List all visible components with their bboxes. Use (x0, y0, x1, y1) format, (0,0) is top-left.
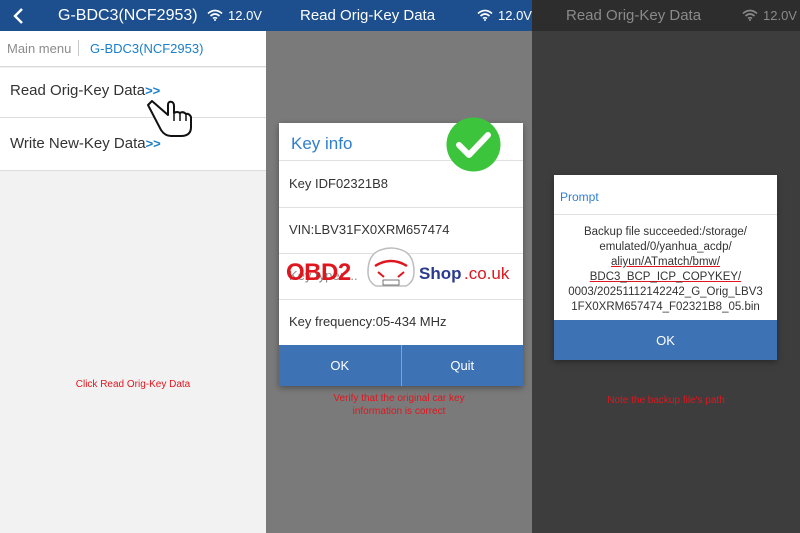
ok-button[interactable]: OK (554, 320, 777, 360)
voltage-readout: 12.0V (763, 8, 797, 23)
watermark-shop: Shop (419, 264, 462, 283)
back-arrow-icon[interactable] (10, 6, 28, 26)
message-line: Backup file succeeded:/storage/ (583, 226, 748, 238)
step-caption: Note the backup file's path (607, 395, 725, 406)
voltage-readout: 12.0V (498, 8, 532, 23)
chevron-right-icon: >> (145, 136, 161, 151)
dialog-title: Key info (291, 134, 353, 153)
checkmark-icon (446, 117, 501, 172)
watermark-tld: .co.uk (464, 264, 510, 283)
breadcrumb-divider (78, 40, 79, 56)
wifi-icon (477, 9, 493, 21)
dialog-button-row: OK (554, 320, 777, 360)
screen-main-menu: G-BDC3(NCF2953) 12.0V Main menu G-BDC3(N… (0, 0, 266, 533)
backup-path-message: Backup file succeeded:/storage/ emulated… (562, 225, 769, 315)
breadcrumb: Main menu G-BDC3(NCF2953) (0, 31, 266, 67)
step-caption-line: Verify that the original car key (333, 393, 465, 404)
screen-backup-prompt: Read Orig-Key Data 12.0V Prompt Backup f… (532, 0, 800, 533)
menu-item-read-orig-key-data[interactable]: Read Orig-Key Data>> (0, 68, 266, 118)
wifi-icon (207, 9, 223, 21)
menu-item-label: Write New-Key Data (10, 135, 146, 152)
breadcrumb-main-menu[interactable]: Main menu (7, 41, 71, 56)
function-menu: Read Orig-Key Data>> Write New-Key Data>… (0, 68, 266, 171)
watermark-brand: OBD2 (286, 259, 351, 286)
quit-button[interactable]: Quit (400, 345, 524, 386)
pointing-hand-icon (147, 100, 192, 137)
message-line: emulated/0/yanhua_acdp/ (599, 241, 732, 253)
step-caption-line: information is correct (352, 406, 446, 417)
message-line: aliyun/ATmatch/bmw/ (610, 256, 721, 268)
breadcrumb-current: G-BDC3(NCF2953) (90, 41, 204, 56)
message-line: 1FX0XRM657474_F02321B8_05.bin (571, 301, 760, 313)
wifi-icon (742, 9, 758, 21)
prompt-dialog: Prompt Backup file succeeded:/storage/ e… (554, 175, 777, 360)
dialog-title: Prompt (560, 190, 599, 204)
menu-item-label: Read Orig-Key Data (10, 82, 146, 99)
key-frequency-value: Key frequency:05-434 MHz (289, 314, 447, 329)
dialog-button-row: OK Quit (279, 345, 523, 386)
screen-read-orig-key-data: Read Orig-Key Data 12.0V Key info Key ID… (266, 0, 532, 533)
menu-item-write-new-key-data[interactable]: Write New-Key Data>> (0, 118, 266, 171)
vin-value: VIN:LBV31FX0XRM657474 (289, 222, 450, 237)
message-line: BDC3_BCP_ICP_COPYKEY/ (589, 271, 742, 283)
step-caption: Verify that the original car key informa… (266, 392, 532, 418)
header-bar: G-BDC3(NCF2953) 12.0V (0, 0, 266, 31)
header-bar: Read Orig-Key Data 12.0V (532, 0, 800, 31)
divider (279, 299, 523, 300)
header-bar: Read Orig-Key Data 12.0V (266, 0, 532, 31)
car-logo-icon (367, 247, 415, 287)
header-title: Read Orig-Key Data (300, 7, 436, 24)
header-title: Read Orig-Key Data (566, 7, 702, 24)
divider (554, 214, 777, 215)
key-id-value: Key IDF02321B8 (289, 176, 389, 191)
voltage-readout: 12.0V (228, 8, 262, 23)
ok-button[interactable]: OK (279, 345, 401, 386)
header-title: G-BDC3(NCF2953) (58, 7, 198, 24)
divider (279, 207, 523, 208)
step-caption: Click Read Orig-Key Data (75, 379, 191, 390)
message-line: 0003/20251112142242_G_Orig_LBV3 (568, 286, 763, 298)
